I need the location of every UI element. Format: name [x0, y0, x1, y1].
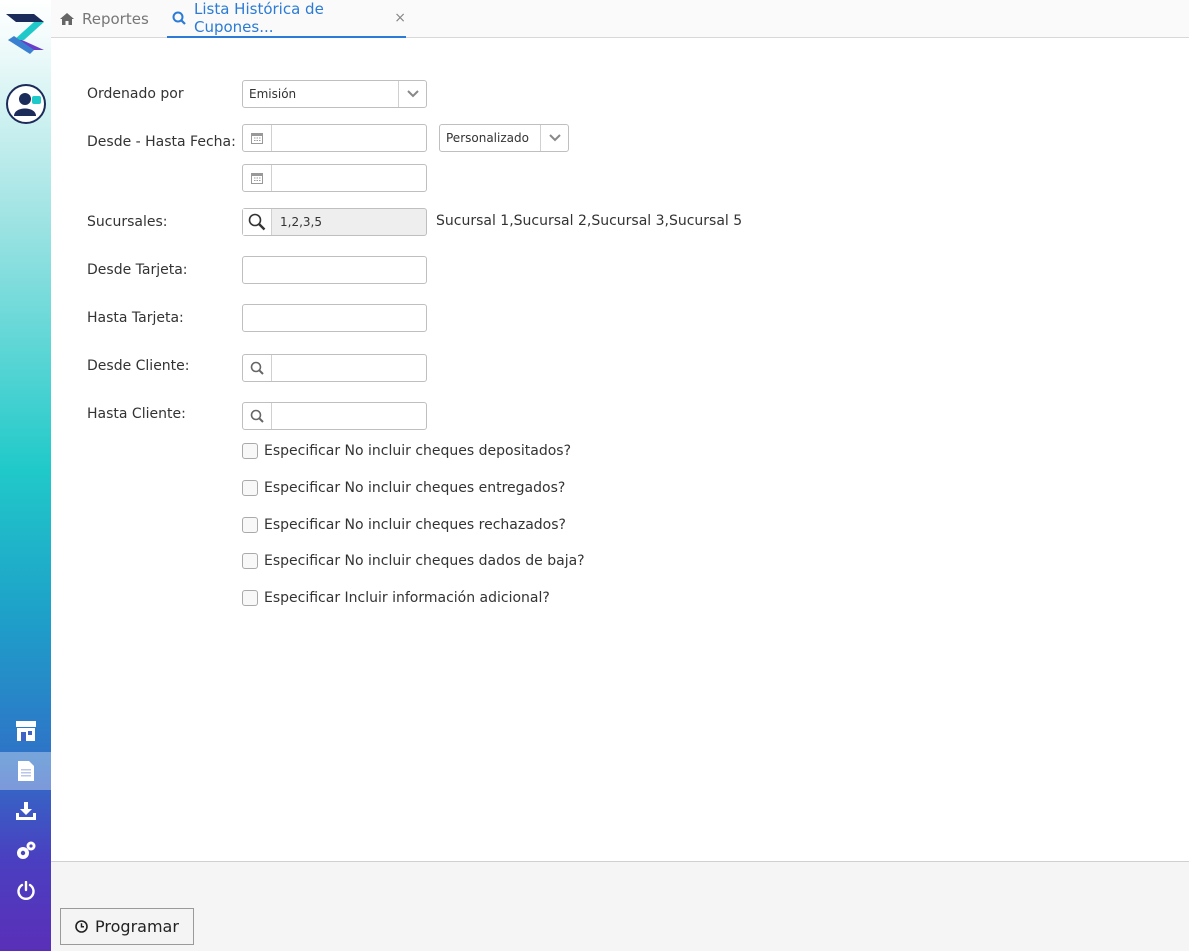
desde-tarjeta-label: Desde Tarjeta: [87, 262, 188, 278]
ordenado-por-value: Emisión [249, 87, 297, 101]
sucursales-value: 1,2,3,5 [280, 215, 322, 229]
search-icon [172, 11, 186, 25]
tab-reportes-label: Reportes [82, 10, 149, 28]
footer [51, 862, 1189, 951]
tab-reportes[interactable]: Reportes [60, 0, 149, 38]
ordenado-por-select[interactable]: Emisión [242, 80, 427, 108]
close-tab-icon[interactable]: × [394, 10, 406, 26]
document-icon [17, 761, 34, 781]
checkbox-label: Especificar Incluir información adiciona… [264, 590, 550, 606]
hasta-cliente-input[interactable] [242, 402, 427, 430]
checkbox-no-rechazados[interactable]: Especificar No incluir cheques rechazado… [242, 517, 566, 533]
fecha-label: Desde - Hasta Fecha: [87, 134, 236, 150]
chevron-down-icon [540, 125, 568, 151]
home-icon [60, 13, 74, 25]
sidebar-logout-button[interactable] [0, 872, 51, 910]
fecha-range-select[interactable]: Personalizado [439, 124, 569, 152]
sucursales-input[interactable]: 1,2,3,5 [242, 208, 427, 236]
sidebar-reports-button[interactable] [0, 752, 51, 790]
power-icon [16, 881, 35, 900]
user-avatar[interactable] [6, 84, 46, 124]
app-logo [4, 10, 48, 56]
sidebar-download-button[interactable] [0, 792, 51, 830]
clock-icon [75, 920, 88, 933]
tab-bar: Reportes Lista Histórica de Cupones... × [51, 0, 1189, 38]
calendar-icon [243, 165, 272, 191]
checkbox-box[interactable] [242, 517, 258, 533]
checkbox-box[interactable] [242, 443, 258, 459]
user-icon [14, 93, 36, 116]
hasta-cliente-label: Hasta Cliente: [87, 406, 186, 422]
tab-lista-historica[interactable]: Lista Histórica de Cupones... × [167, 0, 406, 38]
checkbox-label: Especificar No incluir cheques rechazado… [264, 517, 566, 533]
chevron-down-icon [398, 81, 426, 107]
desde-cliente-label: Desde Cliente: [87, 358, 190, 374]
checkbox-no-dados-de-baja[interactable]: Especificar No incluir cheques dados de … [242, 553, 585, 569]
desde-tarjeta-input[interactable] [242, 256, 427, 284]
desde-fecha-input[interactable] [242, 124, 427, 152]
search-icon[interactable] [243, 355, 272, 381]
fecha-range-value: Personalizado [446, 131, 529, 145]
settings-icon [16, 841, 35, 859]
checkbox-box[interactable] [242, 480, 258, 496]
sidebar-store-button[interactable] [0, 712, 51, 750]
programar-label: Programar [95, 917, 179, 936]
store-icon [15, 721, 36, 741]
hasta-fecha-input[interactable] [242, 164, 427, 192]
checkbox-label: Especificar No incluir cheques dados de … [264, 553, 585, 569]
checkbox-no-depositados[interactable]: Especificar No incluir cheques depositad… [242, 443, 571, 459]
hasta-tarjeta-input[interactable] [242, 304, 427, 332]
download-icon [15, 802, 36, 820]
sidebar-settings-button[interactable] [0, 832, 51, 870]
calendar-icon [243, 125, 272, 151]
lock-icon [32, 96, 41, 104]
zoom-search-icon[interactable] [243, 209, 272, 235]
sucursales-label: Sucursales: [87, 214, 168, 230]
desde-cliente-input[interactable] [242, 354, 427, 382]
tab-lista-historica-label: Lista Histórica de Cupones... [194, 0, 324, 36]
programar-button[interactable]: Programar [60, 908, 194, 945]
sucursales-description: Sucursal 1,Sucursal 2,Sucursal 3,Sucursa… [436, 213, 743, 229]
checkbox-label: Especificar No incluir cheques entregado… [264, 480, 566, 496]
checkbox-box[interactable] [242, 590, 258, 606]
checkbox-label: Especificar No incluir cheques depositad… [264, 443, 572, 459]
checkbox-no-entregados[interactable]: Especificar No incluir cheques entregado… [242, 480, 565, 496]
checkbox-box[interactable] [242, 553, 258, 569]
ordenado-por-label: Ordenado por [87, 86, 184, 102]
hasta-tarjeta-label: Hasta Tarjeta: [87, 310, 184, 326]
sidebar [0, 0, 51, 951]
search-icon[interactable] [243, 403, 272, 429]
checkbox-info-adicional[interactable]: Especificar Incluir información adiciona… [242, 590, 550, 606]
